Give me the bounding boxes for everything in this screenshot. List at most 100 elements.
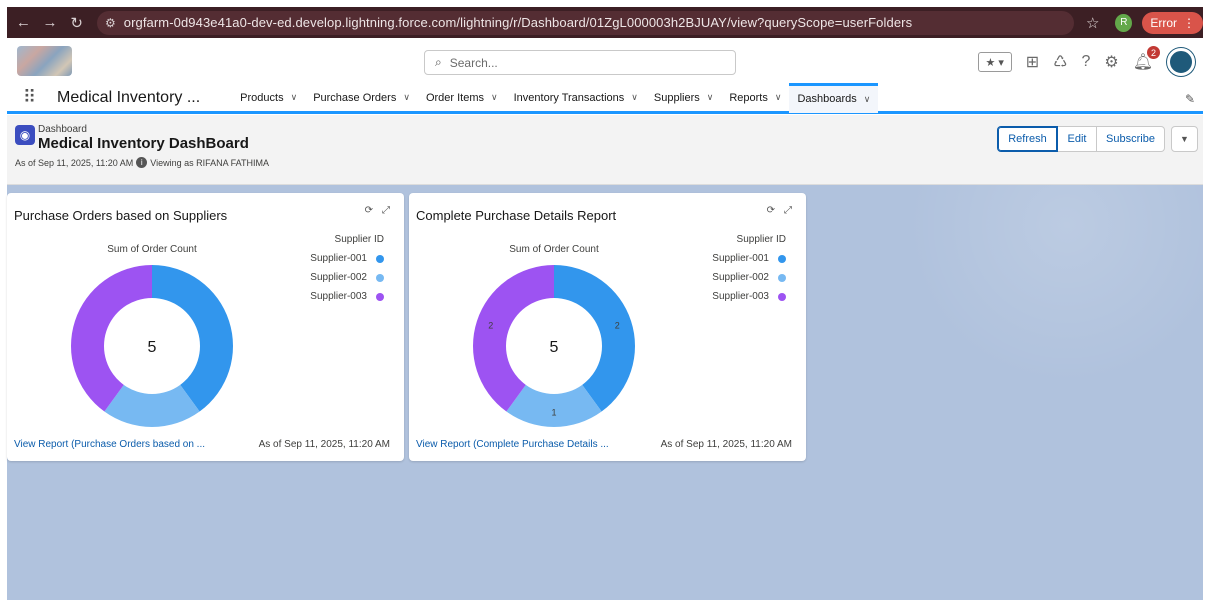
reload-icon[interactable]: ↻ bbox=[66, 14, 87, 32]
tab-dashboards[interactable]: Dashboards ∨ bbox=[789, 82, 879, 113]
dashboard-canvas: Purchase Orders based on Suppliers ⟳ ⤢ S… bbox=[7, 185, 1203, 600]
url-text: orgfarm-0d943e41a0-dev-ed.develop.lightn… bbox=[123, 15, 913, 30]
forward-icon[interactable]: → bbox=[40, 14, 61, 31]
legend-swatch bbox=[778, 292, 786, 301]
tab-label: Purchase Orders bbox=[313, 91, 397, 104]
header-actions: ★ ▾ ⊞ ♺ ? ⚙ 🔔︎ 2 bbox=[977, 46, 1195, 76]
app-name: Medical Inventory ... bbox=[57, 88, 201, 106]
global-search-input[interactable]: ⌕ Search... bbox=[424, 50, 736, 75]
legend-title: Supplier ID bbox=[334, 234, 384, 245]
notification-badge: 2 bbox=[1147, 46, 1160, 59]
site-settings-icon[interactable]: ⚙ bbox=[105, 16, 116, 30]
donut-slice-supplier-001[interactable] bbox=[152, 265, 234, 412]
tab-label: Inventory Transactions bbox=[513, 91, 625, 104]
dashboard-actions: Refresh Edit Subscribe ▼ bbox=[997, 126, 1198, 152]
dashboard-gauge-icon: ◉ bbox=[15, 125, 35, 145]
tab-label: Reports bbox=[729, 91, 768, 104]
legend-swatch bbox=[778, 254, 786, 263]
chevron-down-icon[interactable]: ∨ bbox=[491, 92, 498, 103]
chart-legend: Supplier ID Supplier-001 Supplier-002 Su… bbox=[712, 234, 786, 310]
tab-suppliers[interactable]: Suppliers ∨ bbox=[646, 83, 721, 113]
trailhead-icon[interactable]: ♺ bbox=[1053, 52, 1067, 72]
legend-item[interactable]: Supplier-002 bbox=[310, 272, 384, 283]
legend-swatch bbox=[376, 254, 384, 263]
legend-item[interactable]: Supplier-001 bbox=[712, 253, 786, 264]
error-label: Error bbox=[1150, 15, 1177, 30]
info-icon[interactable]: i bbox=[136, 157, 148, 168]
component-timestamp: As of Sep 11, 2025, 11:20 AM bbox=[660, 439, 792, 450]
viewing-as-text: Viewing as RIFANA FATHIMA bbox=[150, 157, 269, 168]
global-actions-plus-icon[interactable]: ⊞ bbox=[1026, 52, 1039, 72]
browser-error-button[interactable]: Error ⋮ bbox=[1142, 11, 1203, 34]
component-timestamp: As of Sep 11, 2025, 11:20 AM bbox=[258, 439, 390, 450]
donut-slice-supplier-001[interactable] bbox=[554, 265, 635, 412]
chart-title: Sum of Order Count bbox=[107, 244, 197, 255]
legend-label: Supplier-002 bbox=[712, 272, 769, 283]
legend-label: Supplier-001 bbox=[712, 253, 769, 264]
app-launcher-icon[interactable]: ⠿ bbox=[23, 87, 43, 108]
legend-swatch bbox=[778, 273, 786, 282]
notifications-bell-icon[interactable]: 🔔︎ 2 bbox=[1133, 46, 1160, 72]
tab-label: Suppliers bbox=[653, 91, 700, 104]
donut-center-total: 5 bbox=[148, 339, 157, 356]
address-bar[interactable]: ⚙ orgfarm-0d943e41a0-dev-ed.develop.ligh… bbox=[96, 10, 1074, 35]
subscribe-button[interactable]: Subscribe bbox=[1097, 126, 1165, 152]
donut-slice-supplier-003[interactable] bbox=[70, 265, 152, 412]
legend-item[interactable]: Supplier-003 bbox=[310, 291, 384, 302]
legend-label: Supplier-003 bbox=[712, 291, 769, 302]
dashboard-component-card: Purchase Orders based on Suppliers ⟳ ⤢ S… bbox=[7, 193, 404, 461]
org-logo[interactable] bbox=[17, 46, 72, 76]
slice-value-label: 2 bbox=[615, 320, 620, 330]
slice-value-label: 1 bbox=[551, 408, 556, 418]
dashboard-subtitle: As of Sep 11, 2025, 11:20 AM i Viewing a… bbox=[15, 157, 269, 168]
legend-swatch bbox=[376, 292, 384, 301]
chevron-down-icon[interactable]: ∨ bbox=[631, 92, 638, 103]
refresh-button[interactable]: Refresh bbox=[997, 126, 1058, 152]
view-report-link[interactable]: View Report (Purchase Orders based on ..… bbox=[14, 439, 205, 450]
browser-toolbar: ← → ↻ ⚙ orgfarm-0d943e41a0-dev-ed.develo… bbox=[7, 7, 1203, 38]
tab-label: Products bbox=[240, 91, 284, 104]
legend-label: Supplier-003 bbox=[310, 291, 367, 302]
chevron-down-icon[interactable]: ∨ bbox=[775, 92, 782, 103]
tab-inventory-transactions[interactable]: Inventory Transactions ∨ bbox=[506, 83, 646, 113]
back-icon[interactable]: ← bbox=[13, 14, 34, 31]
search-icon: ⌕ bbox=[435, 55, 442, 69]
legend-item[interactable]: Supplier-002 bbox=[712, 272, 786, 283]
tab-products[interactable]: Products ∨ bbox=[232, 83, 305, 113]
chevron-down-icon[interactable]: ∨ bbox=[707, 92, 714, 103]
page-title: Medical Inventory DashBoard bbox=[38, 135, 249, 152]
edit-button[interactable]: Edit bbox=[1058, 126, 1097, 152]
tab-label: Dashboards bbox=[797, 93, 857, 105]
user-avatar[interactable] bbox=[1167, 48, 1195, 76]
chart-title: Sum of Order Count bbox=[509, 244, 599, 255]
legend-label: Supplier-002 bbox=[310, 272, 367, 283]
more-actions-dropdown-icon[interactable]: ▼ bbox=[1171, 126, 1198, 152]
dashboard-page-header: ◉ Dashboard Medical Inventory DashBoard … bbox=[7, 115, 1203, 185]
chevron-down-icon[interactable]: ∨ bbox=[864, 94, 871, 105]
legend-item[interactable]: Supplier-003 bbox=[712, 291, 786, 302]
as-of-text: As of Sep 11, 2025, 11:20 AM bbox=[15, 157, 134, 168]
favorites-icon[interactable]: ★ ▾ bbox=[977, 52, 1012, 72]
tab-order-items[interactable]: Order Items ∨ bbox=[418, 83, 506, 113]
bookmark-star-icon[interactable]: ☆ bbox=[1086, 14, 1099, 32]
chevron-down-icon[interactable]: ∨ bbox=[291, 92, 298, 103]
app-navigation-bar: ⠿ Medical Inventory ... Products ∨ Purcha… bbox=[7, 82, 1203, 114]
legend-label: Supplier-001 bbox=[310, 253, 367, 264]
view-report-link[interactable]: View Report (Complete Purchase Details .… bbox=[416, 439, 609, 450]
edit-nav-pencil-icon[interactable]: ✎ bbox=[1185, 92, 1195, 106]
search-placeholder: Search... bbox=[449, 55, 498, 70]
tab-label: Order Items bbox=[425, 91, 485, 104]
dashboard-component-card: Complete Purchase Details Report ⟳ ⤢ Sum… bbox=[409, 193, 806, 461]
tab-reports[interactable]: Reports ∨ bbox=[721, 83, 789, 113]
slice-value-label: 2 bbox=[488, 320, 493, 330]
object-type-label: Dashboard bbox=[38, 124, 87, 135]
setup-gear-icon[interactable]: ⚙ bbox=[1104, 52, 1118, 72]
chart-legend: Supplier ID Supplier-001 Supplier-002 Su… bbox=[310, 234, 384, 310]
legend-item[interactable]: Supplier-001 bbox=[310, 253, 384, 264]
donut-center-total: 5 bbox=[550, 339, 559, 356]
chevron-down-icon[interactable]: ∨ bbox=[403, 92, 410, 103]
help-icon[interactable]: ? bbox=[1081, 53, 1090, 71]
tab-purchase-orders[interactable]: Purchase Orders ∨ bbox=[305, 83, 418, 113]
donut-slice-supplier-003[interactable] bbox=[472, 265, 554, 412]
browser-profile-avatar[interactable]: R bbox=[1115, 13, 1133, 32]
